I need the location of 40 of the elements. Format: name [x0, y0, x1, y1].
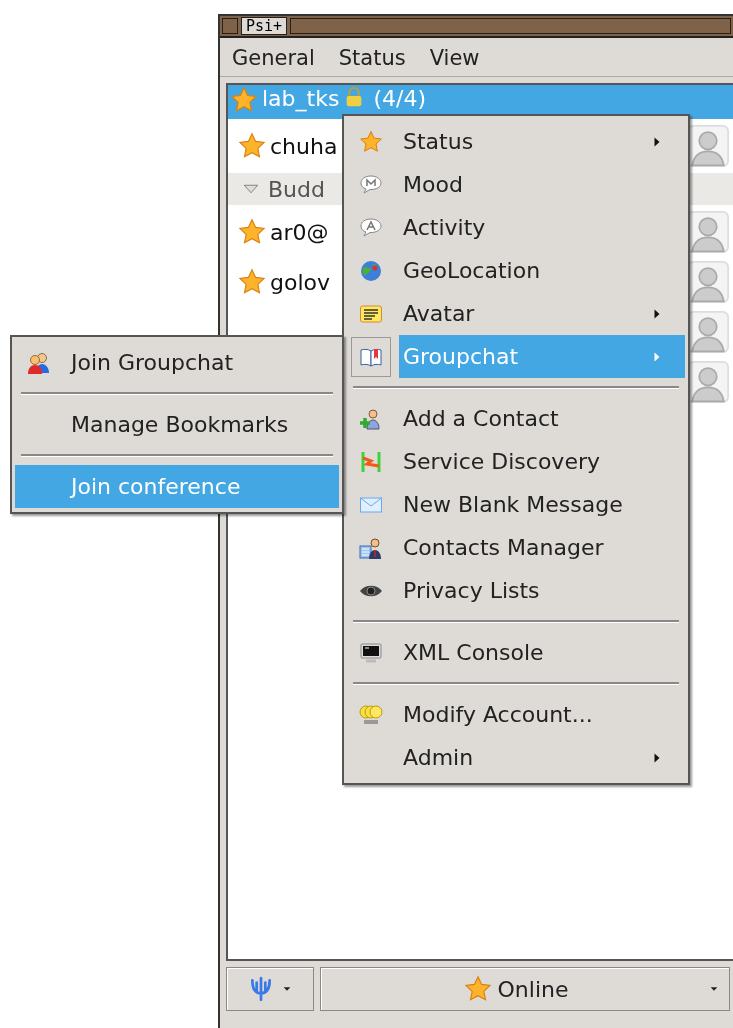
- light-bulbs-icon: [359, 702, 383, 727]
- speech-bubble-icon: [359, 215, 383, 240]
- menu-item[interactable]: Admin: [347, 736, 685, 779]
- menu-item[interactable]: Status: [347, 120, 685, 163]
- menu-item[interactable]: XML Console: [347, 631, 685, 674]
- menu-item[interactable]: New Blank Message: [347, 483, 685, 526]
- menu-item[interactable]: Service Discovery: [347, 440, 685, 483]
- window-menu-button[interactable]: [222, 18, 238, 34]
- menu-item[interactable]: Manage Bookmarks: [15, 403, 339, 446]
- status-dropdown[interactable]: Online: [320, 967, 730, 1011]
- menu-item[interactable]: Modify Account...: [347, 693, 685, 736]
- menu-item[interactable]: Join Groupchat: [15, 341, 339, 384]
- add-contact-icon: [359, 406, 383, 431]
- contact-name: golov: [270, 269, 331, 295]
- star-icon: [463, 975, 492, 1003]
- menu-item[interactable]: Add a Contact: [347, 397, 685, 440]
- menu-button[interactable]: [226, 967, 314, 1011]
- menu-item[interactable]: Contacts Manager: [347, 526, 685, 569]
- group-name: Budd: [268, 176, 325, 202]
- star-icon: [359, 129, 383, 154]
- globe-icon: [359, 258, 383, 283]
- menu-item[interactable]: Activity: [347, 206, 685, 249]
- menu-item[interactable]: View: [429, 46, 480, 70]
- group-icon: [27, 350, 51, 375]
- network-icon: [359, 449, 383, 474]
- menu-item[interactable]: Avatar: [347, 292, 685, 335]
- window-title: Psi+: [241, 17, 288, 35]
- monitor-icon: [359, 640, 383, 665]
- contact-name: ar0@: [270, 219, 329, 245]
- menu-item[interactable]: Privacy Lists: [347, 569, 685, 612]
- star-icon: [230, 86, 258, 114]
- contact-count: (4/4): [373, 86, 426, 112]
- contact-name: lab_tks: [262, 86, 340, 112]
- menu-item[interactable]: Status: [338, 46, 406, 70]
- menu-item[interactable]: Mood: [347, 163, 685, 206]
- speech-bubble-icon: [359, 172, 383, 197]
- menu-item[interactable]: GeoLocation: [347, 249, 685, 292]
- contacts-manager-icon: [359, 535, 383, 560]
- contact-name: chuha: [270, 133, 338, 159]
- menu-item[interactable]: General: [232, 46, 315, 70]
